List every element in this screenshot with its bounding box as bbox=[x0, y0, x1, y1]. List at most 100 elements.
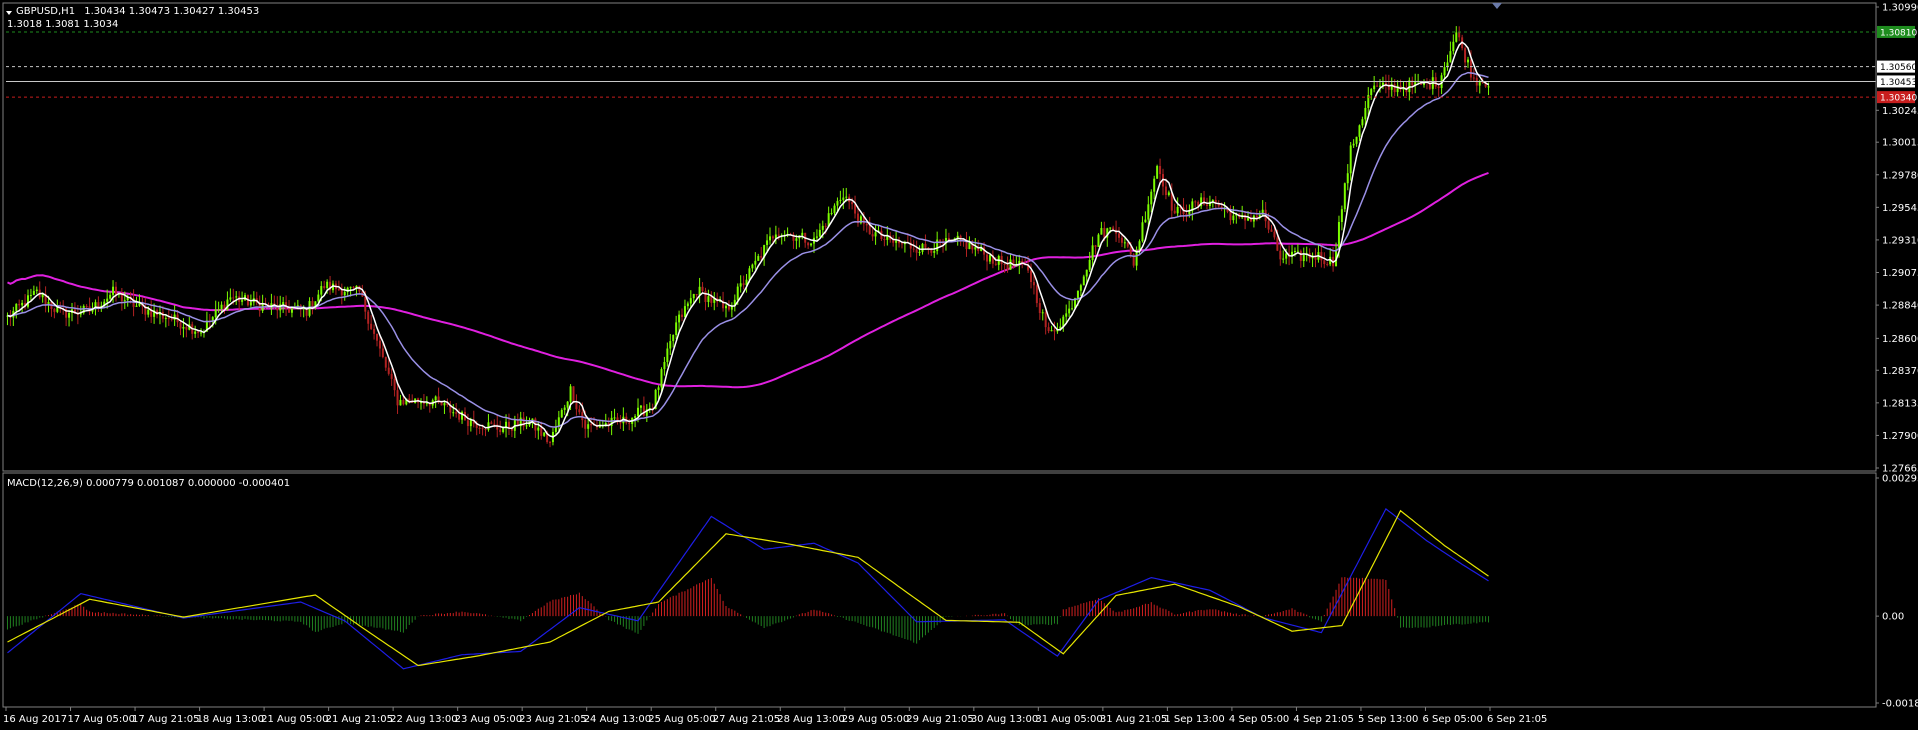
bull-candle bbox=[751, 264, 754, 269]
bull-candle bbox=[487, 422, 490, 430]
bear-candle bbox=[396, 390, 399, 406]
bull-candle bbox=[874, 232, 877, 237]
bear-candle bbox=[393, 378, 396, 391]
bull-candle bbox=[739, 283, 742, 287]
bull-candle bbox=[1109, 227, 1112, 229]
bull-candle bbox=[15, 303, 18, 311]
price-tag-label: 1.30340 bbox=[1880, 94, 1917, 104]
triangle-down-icon[interactable] bbox=[6, 11, 12, 15]
bear-candle bbox=[868, 225, 871, 235]
bear-candle bbox=[727, 305, 730, 310]
bear-candle bbox=[695, 294, 698, 296]
bull-candle bbox=[918, 251, 921, 253]
bear-candle bbox=[387, 367, 390, 374]
bear-candle bbox=[1276, 237, 1279, 251]
macd-tick-label: 0.00 bbox=[1882, 612, 1904, 623]
bull-candle bbox=[801, 232, 804, 236]
bull-candle bbox=[1379, 85, 1382, 87]
bull-candle bbox=[1041, 312, 1044, 314]
bear-candle bbox=[1299, 250, 1302, 262]
bull-candle bbox=[1346, 173, 1349, 184]
bear-candle bbox=[1458, 32, 1461, 38]
bear-candle bbox=[18, 303, 21, 306]
price-tick-label: 1.28600 bbox=[1882, 334, 1918, 345]
bull-candle bbox=[768, 236, 771, 241]
bull-candle bbox=[1167, 192, 1170, 195]
bear-candle bbox=[1030, 270, 1033, 283]
price-tags: 1.30810 1.30560 1.30453 1.30340 bbox=[1877, 25, 1917, 104]
bull-candle bbox=[1364, 107, 1367, 120]
bear-candle bbox=[53, 308, 56, 312]
price-level-lines[interactable] bbox=[6, 31, 1876, 98]
macd-tick-label: 0.002936 bbox=[1882, 474, 1918, 485]
price-tick-label: 1.27900 bbox=[1882, 431, 1918, 442]
bear-candle bbox=[1323, 260, 1326, 265]
bull-candle bbox=[229, 297, 232, 300]
bull-candle bbox=[754, 260, 757, 265]
bear-candle bbox=[1094, 245, 1097, 247]
bear-candle bbox=[1464, 48, 1467, 63]
bull-candle bbox=[399, 399, 402, 406]
macd-panel[interactable] bbox=[6, 507, 1490, 670]
moving-average-slow bbox=[7, 171, 1489, 389]
candlesticks[interactable] bbox=[6, 26, 1490, 448]
bear-candle bbox=[1038, 303, 1041, 313]
bull-candle bbox=[235, 296, 238, 298]
bear-candle bbox=[1279, 250, 1282, 260]
bear-candle bbox=[370, 323, 373, 329]
bull-candle bbox=[326, 281, 329, 289]
bull-candle bbox=[1232, 215, 1235, 221]
time-tick-label: 4 Sep 05:00 bbox=[1229, 714, 1289, 725]
macd-line bbox=[7, 507, 1489, 670]
bull-candle bbox=[1282, 258, 1285, 260]
price-tick-label: 1.29780 bbox=[1882, 170, 1918, 181]
ma-slow-line bbox=[7, 171, 1489, 389]
bear-candle bbox=[1164, 186, 1167, 195]
bull-candle bbox=[1340, 209, 1343, 222]
time-tick-label: 28 Aug 13:00 bbox=[777, 714, 844, 725]
bull-candle bbox=[112, 286, 115, 295]
bear-candle bbox=[590, 424, 593, 426]
bull-candle bbox=[109, 294, 112, 299]
bear-candle bbox=[915, 249, 918, 253]
bull-candle bbox=[1188, 211, 1191, 215]
bull-candle bbox=[766, 240, 769, 246]
bear-candle bbox=[381, 348, 384, 358]
bull-candle bbox=[839, 199, 842, 201]
bull-candle bbox=[587, 424, 590, 429]
bear-candle bbox=[373, 328, 376, 334]
bull-candle bbox=[1285, 253, 1288, 259]
bear-candle bbox=[378, 340, 381, 349]
bear-candle bbox=[1205, 204, 1208, 206]
bear-candle bbox=[742, 283, 745, 286]
bear-candle bbox=[167, 318, 170, 320]
macd-title: MACD(12,26,9) 0.000779 0.001087 0.000000… bbox=[7, 478, 290, 489]
bear-candle bbox=[1229, 211, 1232, 221]
price-tick-label: 1.30015 bbox=[1882, 138, 1918, 149]
chart-shift-marker-icon[interactable] bbox=[1492, 3, 1502, 9]
bull-candle bbox=[560, 409, 563, 418]
chart-terminal: 1.30990 1.30245 1.30015 1.29780 1.29545 1.293… bbox=[2, 2, 1918, 725]
bull-candle bbox=[1361, 119, 1364, 126]
bear-candle bbox=[777, 234, 780, 237]
bull-candle bbox=[434, 396, 437, 401]
bull-candle bbox=[1156, 166, 1159, 179]
bull-candle bbox=[672, 334, 675, 342]
bull-candle bbox=[833, 205, 836, 213]
moving-average-mid bbox=[7, 71, 1489, 428]
bull-candle bbox=[689, 298, 692, 304]
bull-candle bbox=[968, 242, 971, 250]
bear-candle bbox=[352, 286, 355, 288]
time-tick-label: 1 Sep 13:00 bbox=[1164, 714, 1224, 725]
bull-candle bbox=[320, 286, 323, 295]
bull-candle bbox=[525, 425, 528, 427]
bull-candle bbox=[1349, 145, 1352, 174]
bear-candle bbox=[170, 318, 173, 320]
bear-candle bbox=[484, 429, 487, 431]
bear-candle bbox=[704, 290, 707, 303]
bear-candle bbox=[161, 312, 164, 319]
bear-candle bbox=[1173, 210, 1176, 214]
time-tick-label: 5 Sep 13:00 bbox=[1358, 714, 1418, 725]
bear-candle bbox=[807, 242, 810, 246]
price-panel[interactable] bbox=[6, 7, 1876, 468]
